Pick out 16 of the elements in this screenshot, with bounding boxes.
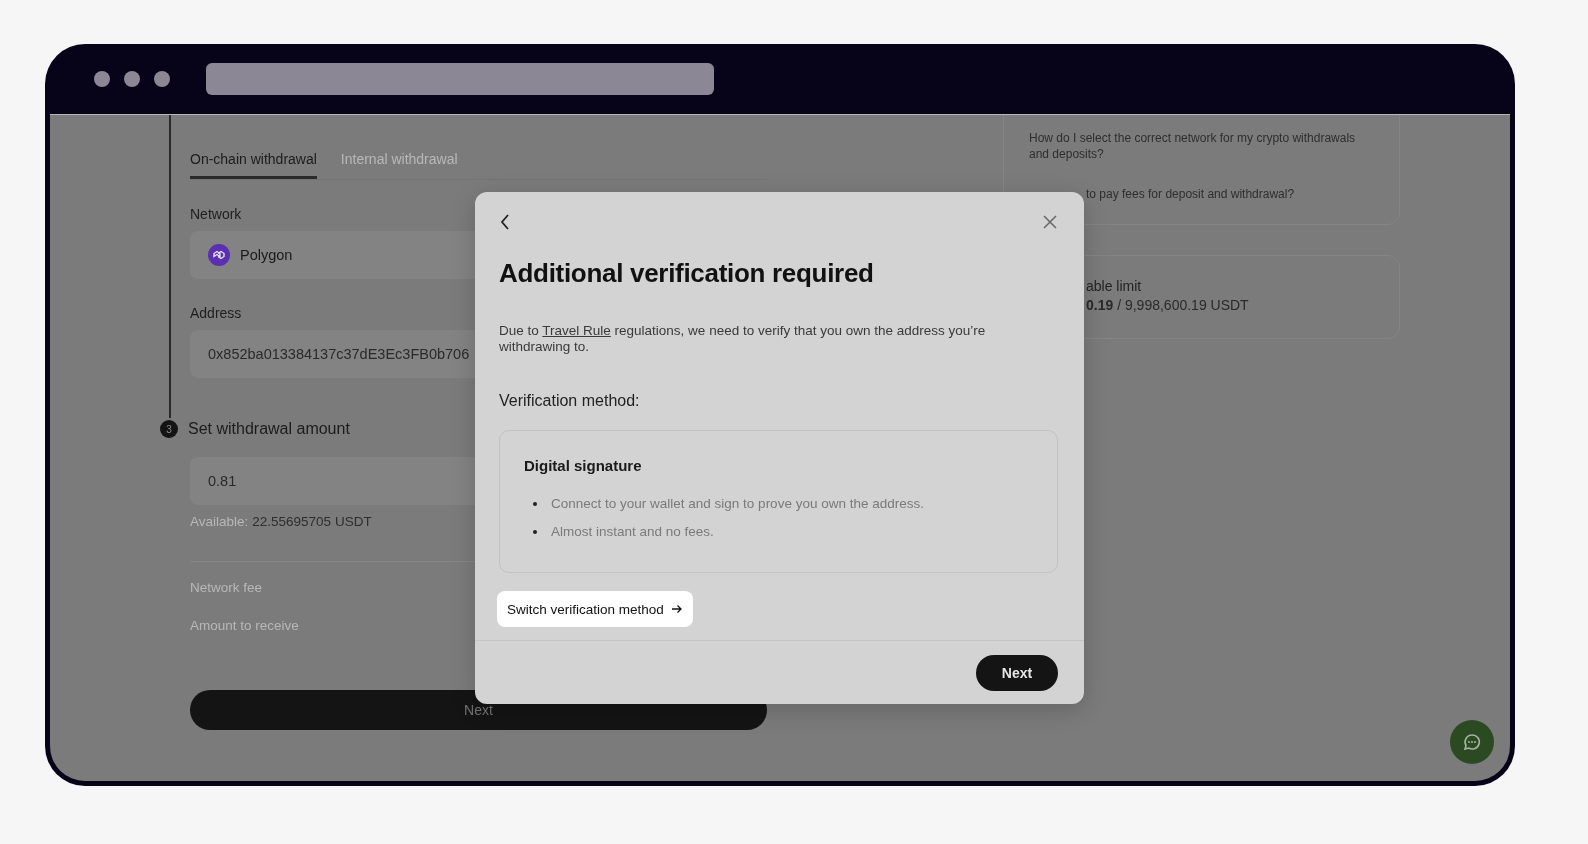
available-label: Available: (190, 514, 249, 529)
limit-value: 0.19 / 9,998,600.19 USDT (1085, 297, 1250, 313)
summary-label: Amount to receive (190, 618, 299, 635)
method-point: Connect to your wallet and sign to prove you own the address. (551, 496, 924, 511)
limit-label: able limit (1085, 278, 1143, 294)
summary-label: Network fee (190, 580, 263, 597)
section-label: Verification method: (499, 392, 641, 410)
method-title: Digital signature (524, 457, 643, 474)
intro-text: Due to Travel Rule regulations, we need to verify that you own the address you’re withdrawing to. (499, 323, 987, 355)
field-label: Address (190, 305, 243, 321)
method-point: Almost instant and no fees. (551, 524, 714, 539)
step-title: Set withdrawal amount (188, 420, 350, 438)
available-value: 22.55695705 USDT (252, 514, 372, 529)
dialog-title: Additional verification required (499, 258, 875, 289)
field-label: Network (190, 206, 243, 222)
step-number: 3 (160, 420, 178, 438)
